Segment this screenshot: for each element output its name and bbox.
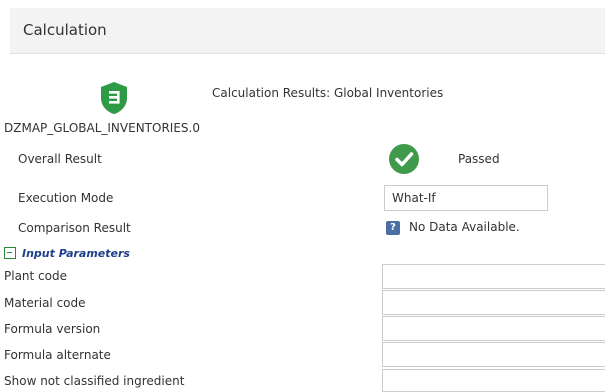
formula-alternate-input[interactable] [382, 342, 605, 367]
show-not-classified-label: Show not classified ingredient [4, 374, 185, 388]
formula-version-label: Formula version [4, 322, 101, 336]
input-parameters-title[interactable]: Input Parameters [22, 247, 130, 260]
plant-code-input[interactable] [382, 264, 605, 289]
execution-mode-label: Execution Mode [18, 191, 114, 205]
results-title: Calculation Results: Global Inventories [212, 86, 444, 100]
collapse-icon[interactable] [4, 247, 16, 259]
material-code-label: Material code [4, 296, 86, 310]
overall-result-status: Passed [458, 152, 500, 166]
calculation-id: DZMAP_GLOBAL_INVENTORIES.0 [4, 121, 200, 135]
comparison-result-label: Comparison Result [18, 221, 131, 235]
overall-result-label: Overall Result [18, 152, 102, 166]
comparison-result-value: No Data Available. [409, 220, 520, 234]
plant-code-label: Plant code [4, 269, 67, 283]
header-bar: Calculation [10, 8, 605, 54]
formula-alternate-label: Formula alternate [4, 348, 111, 362]
page-title: Calculation [23, 21, 107, 39]
execution-mode-field[interactable]: What-If [384, 185, 548, 211]
check-circle-icon [389, 144, 419, 174]
show-not-classified-input[interactable] [382, 369, 605, 392]
material-code-input[interactable] [382, 290, 605, 315]
formula-version-input[interactable] [382, 316, 605, 341]
question-icon: ? [386, 221, 400, 235]
shield-icon [101, 82, 127, 114]
